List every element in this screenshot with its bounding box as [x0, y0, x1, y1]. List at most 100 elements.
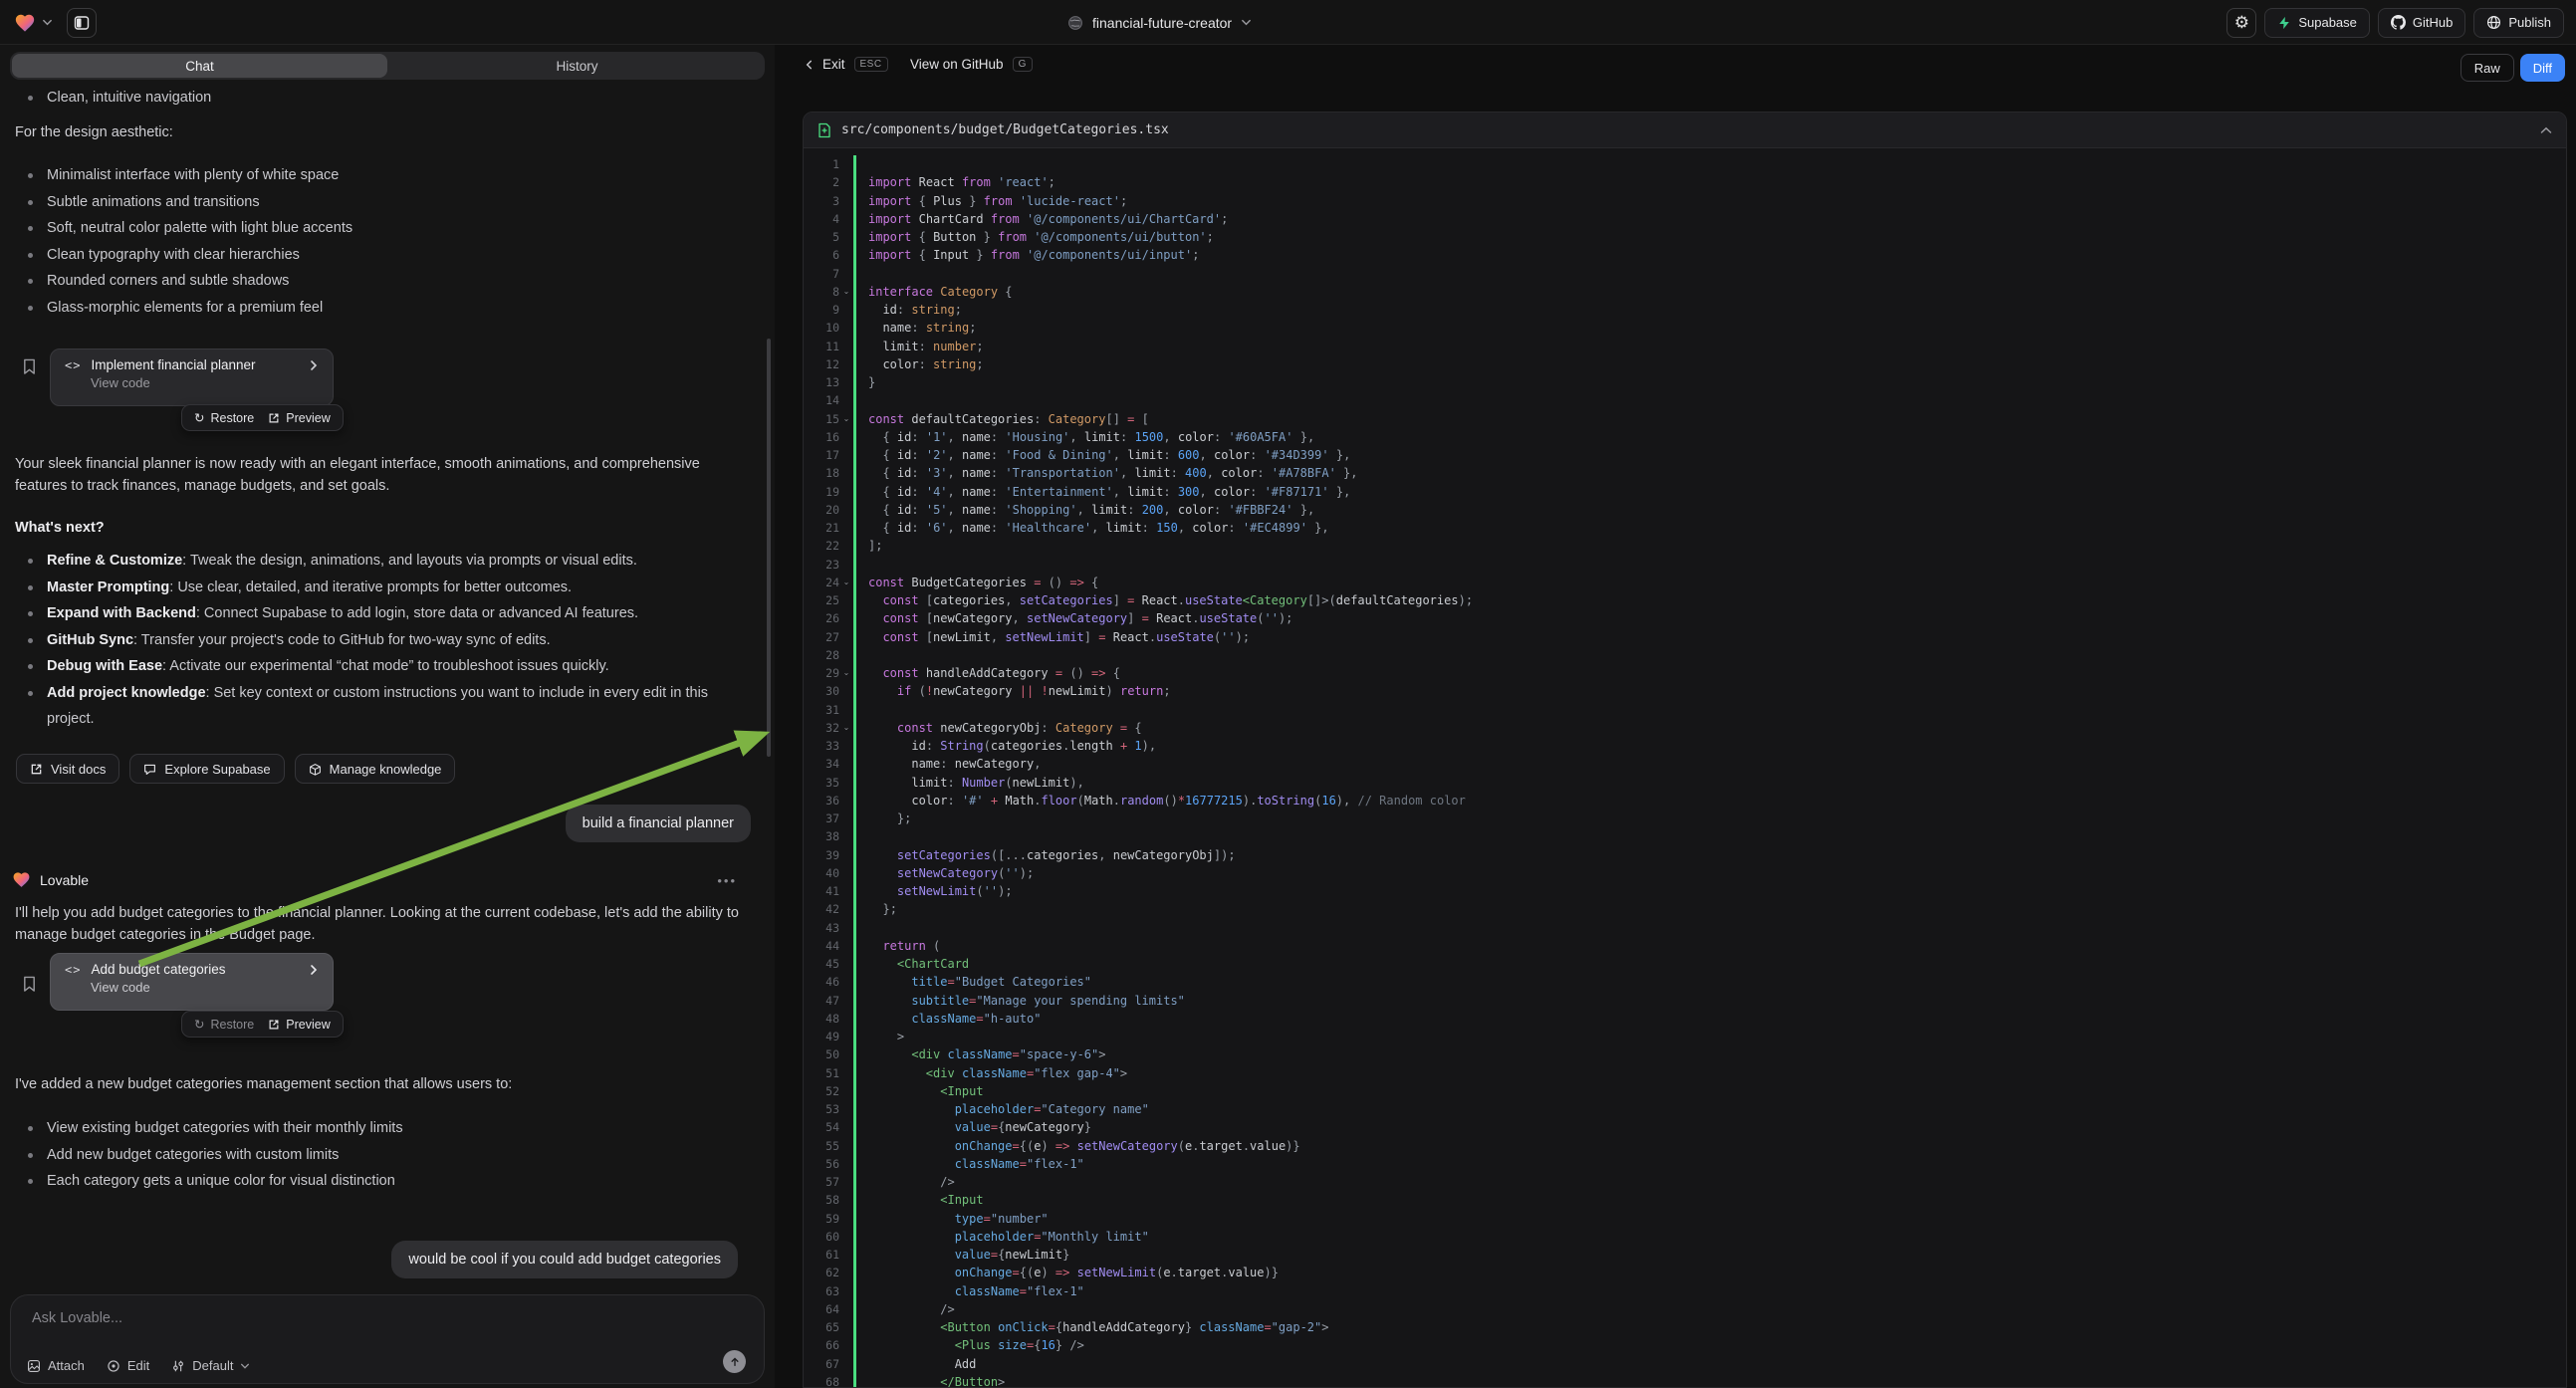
- fold-spacer: [839, 827, 853, 845]
- view-code-link[interactable]: View code: [91, 980, 319, 995]
- fold-spacer: [839, 301, 853, 319]
- assistant-paragraph: Your sleek financial planner is now read…: [15, 453, 717, 497]
- bookmark-icon[interactable]: [22, 976, 37, 993]
- fold-chevron-icon[interactable]: ⌄: [839, 574, 853, 591]
- code-line: 49 >: [804, 1028, 2566, 1045]
- fold-chevron-icon[interactable]: ⌄: [839, 719, 853, 737]
- restore-preview-pill: ↻ Restore Preview: [181, 404, 344, 431]
- restore-button[interactable]: ↻ Restore: [194, 1017, 254, 1032]
- fold-spacer: [839, 846, 853, 864]
- fold-chevron-icon[interactable]: ⌄: [839, 410, 853, 428]
- line-number: 26: [804, 609, 839, 627]
- assistant-list-partial: Clean, intuitive navigation: [15, 85, 712, 112]
- attach-button[interactable]: Attach: [27, 1358, 85, 1373]
- bookmark-icon[interactable]: [22, 358, 37, 375]
- chevron-down-icon: [240, 1361, 250, 1371]
- esc-key-badge: ESC: [854, 57, 888, 72]
- code-icon: <>: [65, 358, 81, 372]
- version-card-add-budget-categories[interactable]: <> Add budget categories View code: [50, 953, 334, 1011]
- line-number: 10: [804, 319, 839, 337]
- line-number: 47: [804, 992, 839, 1010]
- line-number: 9: [804, 301, 839, 319]
- code-line: 64 />: [804, 1300, 2566, 1318]
- supabase-button[interactable]: Supabase: [2264, 8, 2370, 38]
- chevron-left-icon: [805, 59, 814, 71]
- user-message: would be cool if you could add budget ca…: [391, 1241, 738, 1278]
- code-line: 7: [804, 265, 2566, 283]
- assistant-paragraph: I'll help you add budget categories to t…: [15, 902, 742, 946]
- fold-spacer: [839, 1082, 853, 1100]
- gear-icon: ⚙: [2234, 14, 2249, 31]
- mode-select[interactable]: Default: [171, 1358, 250, 1373]
- code-line: 66 <Plus size={16} />: [804, 1336, 2566, 1354]
- send-button[interactable]: [723, 1350, 746, 1373]
- list-item: Glass-morphic elements for a premium fee…: [15, 295, 712, 322]
- collapse-section-icon[interactable]: [2540, 126, 2552, 134]
- fold-spacer: [839, 1155, 853, 1173]
- view-on-github-button[interactable]: View on GitHub G: [910, 57, 1033, 72]
- line-number: 1: [804, 155, 839, 173]
- line-number: 40: [804, 864, 839, 882]
- line-number: 64: [804, 1300, 839, 1318]
- github-button[interactable]: GitHub: [2378, 8, 2465, 38]
- fold-spacer: [839, 1118, 853, 1136]
- preview-button[interactable]: Preview: [268, 1018, 330, 1032]
- line-number: 61: [804, 1246, 839, 1264]
- code-line: 51 <div className="flex gap-4">: [804, 1064, 2566, 1082]
- code-line: 11 limit: number;: [804, 338, 2566, 355]
- line-number: 56: [804, 1155, 839, 1173]
- code-line: 21 { id: '6', name: 'Healthcare', limit:…: [804, 519, 2566, 537]
- fold-chevron-icon[interactable]: ⌄: [839, 664, 853, 682]
- tab-chat[interactable]: Chat: [12, 54, 387, 78]
- user-message: build a financial planner: [566, 805, 751, 842]
- line-number: 13: [804, 373, 839, 391]
- line-number: 58: [804, 1191, 839, 1209]
- fold-chevron-icon[interactable]: ⌄: [839, 283, 853, 301]
- message-menu-button[interactable]: •••: [717, 873, 737, 888]
- g-key-badge: G: [1013, 57, 1033, 72]
- code-line: 42 };: [804, 900, 2566, 918]
- fold-spacer: [839, 682, 853, 700]
- tab-history[interactable]: History: [389, 52, 765, 80]
- explore-supabase-button[interactable]: Explore Supabase: [129, 754, 284, 784]
- code-line: 65 <Button onClick={handleAddCategory} c…: [804, 1318, 2566, 1336]
- line-number: 67: [804, 1355, 839, 1373]
- publish-button[interactable]: Publish: [2473, 8, 2564, 38]
- sidebar-toggle-button[interactable]: [67, 8, 97, 38]
- fold-spacer: [839, 955, 853, 973]
- fold-spacer: [839, 755, 853, 773]
- code-line: 29⌄ const handleAddCategory = () => {: [804, 664, 2566, 682]
- version-card-implement-financial-planner[interactable]: <> Implement financial planner View code: [50, 348, 334, 406]
- diff-toggle-button[interactable]: Diff: [2520, 54, 2565, 82]
- logo-chevron-down-icon[interactable]: [42, 17, 53, 28]
- project-switcher[interactable]: financial-future-creator: [1067, 0, 1252, 45]
- code-line: 20 { id: '5', name: 'Shopping', limit: 2…: [804, 501, 2566, 519]
- code-line: 10 name: string;: [804, 319, 2566, 337]
- list-item: Refine & Customize: Tweak the design, an…: [15, 548, 732, 575]
- settings-button[interactable]: ⚙: [2226, 8, 2256, 38]
- file-diff-container: src/components/budget/BudgetCategories.t…: [803, 112, 2567, 1388]
- visit-docs-button[interactable]: Visit docs: [16, 754, 119, 784]
- edit-button[interactable]: Edit: [107, 1358, 149, 1373]
- lovable-logo-icon[interactable]: [14, 12, 36, 34]
- external-link-icon: [268, 1019, 280, 1031]
- chat-input[interactable]: Ask Lovable...: [32, 1310, 122, 1326]
- file-header[interactable]: src/components/budget/BudgetCategories.t…: [804, 113, 2566, 148]
- list-item: Debug with Ease: Activate our experiment…: [15, 653, 732, 680]
- fold-spacer: [839, 338, 853, 355]
- exit-button[interactable]: Exit ESC: [805, 57, 888, 72]
- preview-button[interactable]: Preview: [268, 411, 330, 425]
- restore-button[interactable]: ↻ Restore: [194, 410, 254, 425]
- restore-preview-pill: ↻ Restore Preview: [181, 1011, 344, 1038]
- chat-scrollbar[interactable]: [767, 339, 771, 757]
- line-number: 37: [804, 810, 839, 827]
- line-number: 22: [804, 537, 839, 555]
- view-code-link[interactable]: View code: [91, 375, 319, 390]
- fold-spacer: [839, 1336, 853, 1354]
- chat-composer[interactable]: Ask Lovable... Attach Edit: [10, 1294, 765, 1384]
- raw-toggle-button[interactable]: Raw: [2460, 54, 2514, 82]
- version-card-title: Add budget categories: [91, 962, 225, 977]
- code-line: 12 color: string;: [804, 355, 2566, 373]
- line-number: 59: [804, 1210, 839, 1228]
- manage-knowledge-button[interactable]: Manage knowledge: [295, 754, 456, 784]
